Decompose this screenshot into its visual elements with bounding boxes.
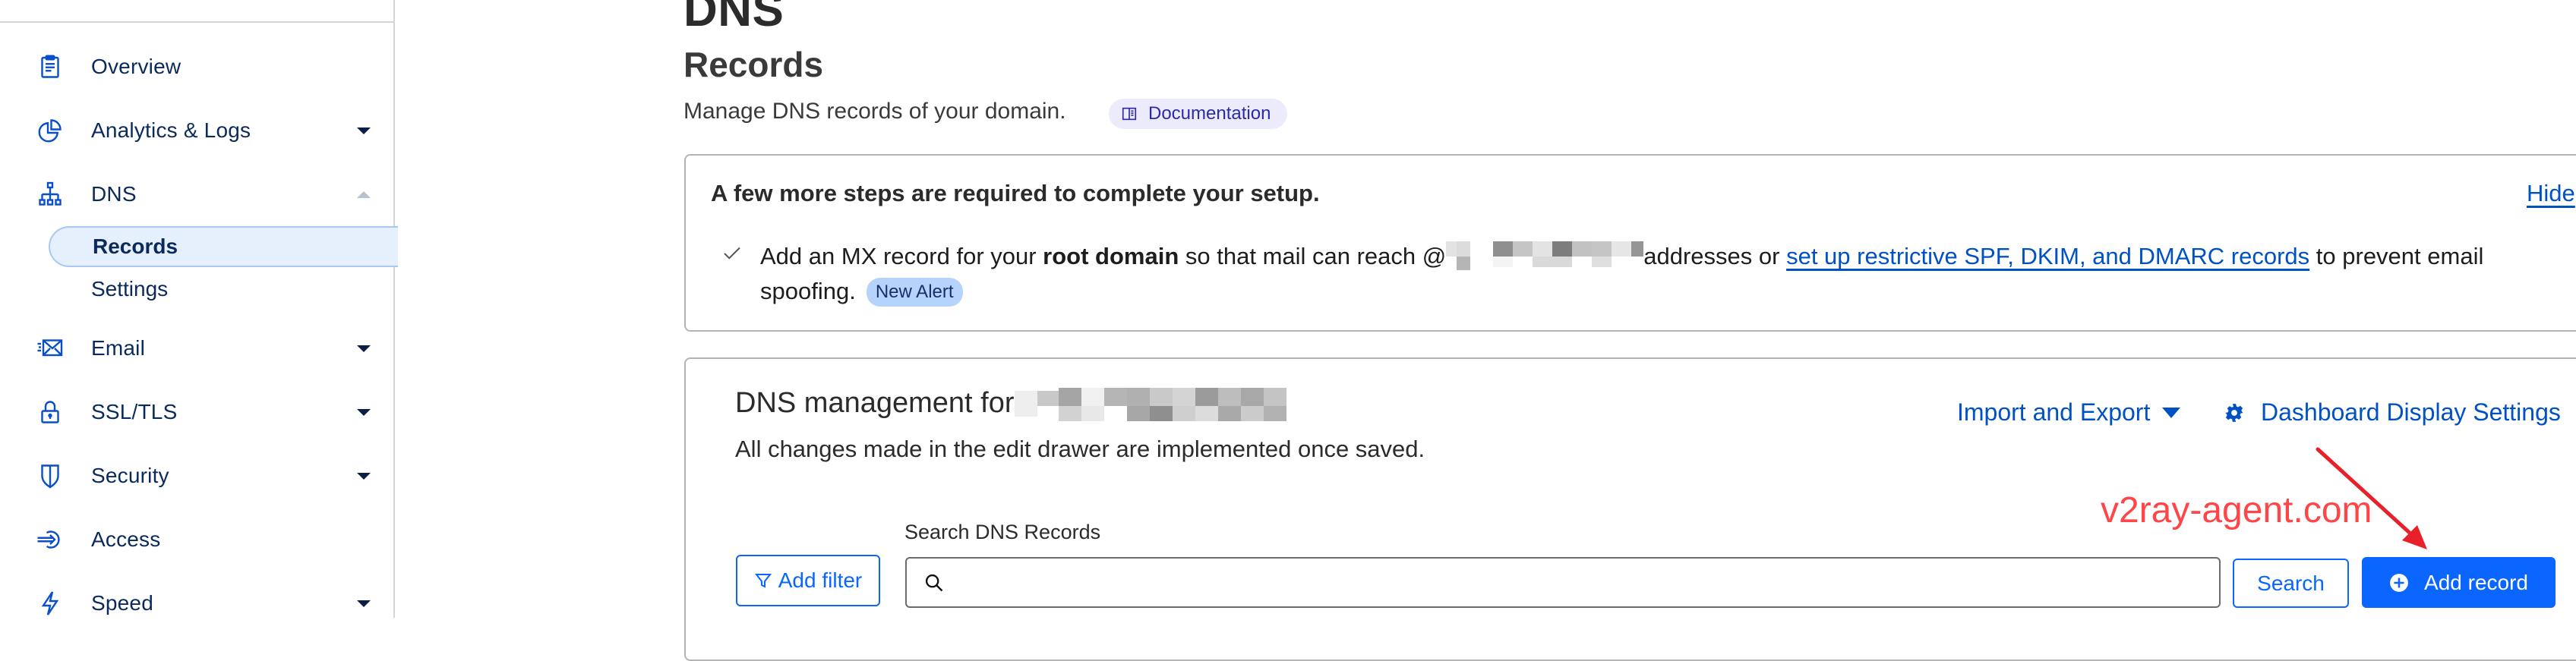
- redacted-domain: [1014, 386, 1288, 421]
- sidebar-item-label: Security: [91, 464, 169, 487]
- sidebar-subitem-label: Records: [93, 234, 178, 258]
- pie-chart-icon: [35, 115, 65, 146]
- sidebar-item-overview[interactable]: Overview: [0, 44, 393, 90]
- hide-link[interactable]: Hide: [2527, 180, 2575, 207]
- plus-circle-icon: [2390, 573, 2408, 592]
- gear-icon: [2225, 403, 2243, 422]
- spf-dkim-dmarc-link[interactable]: set up restrictive SPF, DKIM, and DMARC …: [1786, 243, 2309, 269]
- dashboard-display-settings-button[interactable]: Dashboard Display Settings: [2224, 398, 2561, 427]
- network-icon: [35, 179, 65, 209]
- sidebar-item-speed[interactable]: Speed: [0, 581, 393, 626]
- chevron-down-icon[interactable]: [357, 408, 371, 416]
- new-alert-badge: New Alert: [866, 278, 963, 307]
- alert-text-part: Add an MX record for your: [760, 243, 1043, 269]
- chevron-down-icon[interactable]: [357, 127, 371, 134]
- chevron-down-icon[interactable]: [357, 472, 371, 480]
- page-subtitle: Records: [683, 45, 824, 84]
- sidebar-item-dns[interactable]: DNS: [0, 172, 393, 217]
- email-icon: [35, 333, 65, 364]
- search-icon: [925, 574, 943, 591]
- sidebar-subitem-label: Settings: [91, 277, 169, 301]
- lightning-icon: [35, 588, 65, 619]
- alert-title: A few more steps are required to complet…: [711, 180, 1320, 206]
- dns-management-description: All changes made in the edit drawer are …: [735, 436, 1425, 462]
- sidebar-subitem-records[interactable]: Records: [49, 226, 398, 267]
- alert-text-part: addresses or: [1643, 243, 1787, 269]
- sidebar-item-label: Speed: [91, 591, 153, 615]
- dns-management-title: DNS management for: [735, 386, 1288, 421]
- chevron-down-icon[interactable]: [357, 345, 371, 352]
- search-dns-records-input[interactable]: [907, 558, 2219, 607]
- book-icon: [1122, 107, 1137, 121]
- alert-text-part: so that mail can reach @: [1179, 243, 1447, 269]
- caret-down-icon: [2162, 407, 2181, 418]
- add-filter-label: Add filter: [778, 568, 863, 592]
- filter-icon: [754, 574, 772, 588]
- documentation-label: Documentation: [1148, 103, 1271, 124]
- alert-step-text: Add an MX record for your root domain so…: [760, 239, 2507, 309]
- sidebar-item-label: DNS: [91, 182, 137, 206]
- redacted-domain: [1446, 240, 1644, 270]
- sidebar-item-label: SSL/TLS: [91, 400, 178, 423]
- chevron-down-icon[interactable]: [357, 600, 371, 607]
- sidebar-item-label: Overview: [91, 55, 182, 78]
- watermark-text: v2ray-agent.com: [2101, 490, 2372, 530]
- search-dns-records-field[interactable]: [905, 557, 2221, 608]
- page-description: Manage DNS records of your domain.: [683, 99, 1066, 124]
- sidebar-item-label: Analytics & Logs: [91, 118, 251, 142]
- dns-management-title-text: DNS management for: [735, 387, 1015, 419]
- page-title: DNS: [683, 0, 784, 36]
- dashboard-display-settings-label: Dashboard Display Settings: [2261, 398, 2561, 426]
- clipboard-icon: [35, 52, 65, 82]
- access-icon: [35, 524, 65, 555]
- add-filter-button[interactable]: Add filter: [736, 555, 880, 606]
- sidebar: Overview Analytics & Logs DNS Records Se…: [0, 0, 398, 618]
- sidebar-subitem-settings[interactable]: Settings: [49, 269, 398, 310]
- add-record-label: Add record: [2424, 570, 2528, 594]
- sidebar-item-security[interactable]: Security: [0, 453, 393, 499]
- sidebar-item-ssl-tls[interactable]: SSL/TLS: [0, 389, 393, 435]
- chevron-up-icon[interactable]: [357, 190, 371, 198]
- alert-text-bold: root domain: [1043, 243, 1179, 269]
- search-button[interactable]: Search: [2233, 559, 2349, 608]
- sidebar-item-access[interactable]: Access: [0, 517, 393, 562]
- search-label: Search DNS Records: [904, 521, 1101, 543]
- lock-icon: [35, 397, 65, 427]
- sidebar-item-analytics-logs[interactable]: Analytics & Logs: [0, 108, 393, 153]
- sidebar-divider: [0, 21, 393, 23]
- add-record-button[interactable]: Add record: [2362, 557, 2555, 608]
- check-icon: [724, 247, 740, 260]
- shield-icon: [35, 461, 65, 491]
- documentation-link[interactable]: Documentation: [1109, 99, 1288, 129]
- sidebar-item-label: Email: [91, 336, 146, 360]
- import-export-dropdown[interactable]: Import and Export: [1957, 398, 2181, 427]
- setup-alert-card: A few more steps are required to complet…: [684, 154, 2576, 332]
- import-export-label: Import and Export: [1957, 398, 2151, 426]
- sidebar-item-label: Access: [91, 527, 161, 551]
- sidebar-item-email[interactable]: Email: [0, 326, 393, 371]
